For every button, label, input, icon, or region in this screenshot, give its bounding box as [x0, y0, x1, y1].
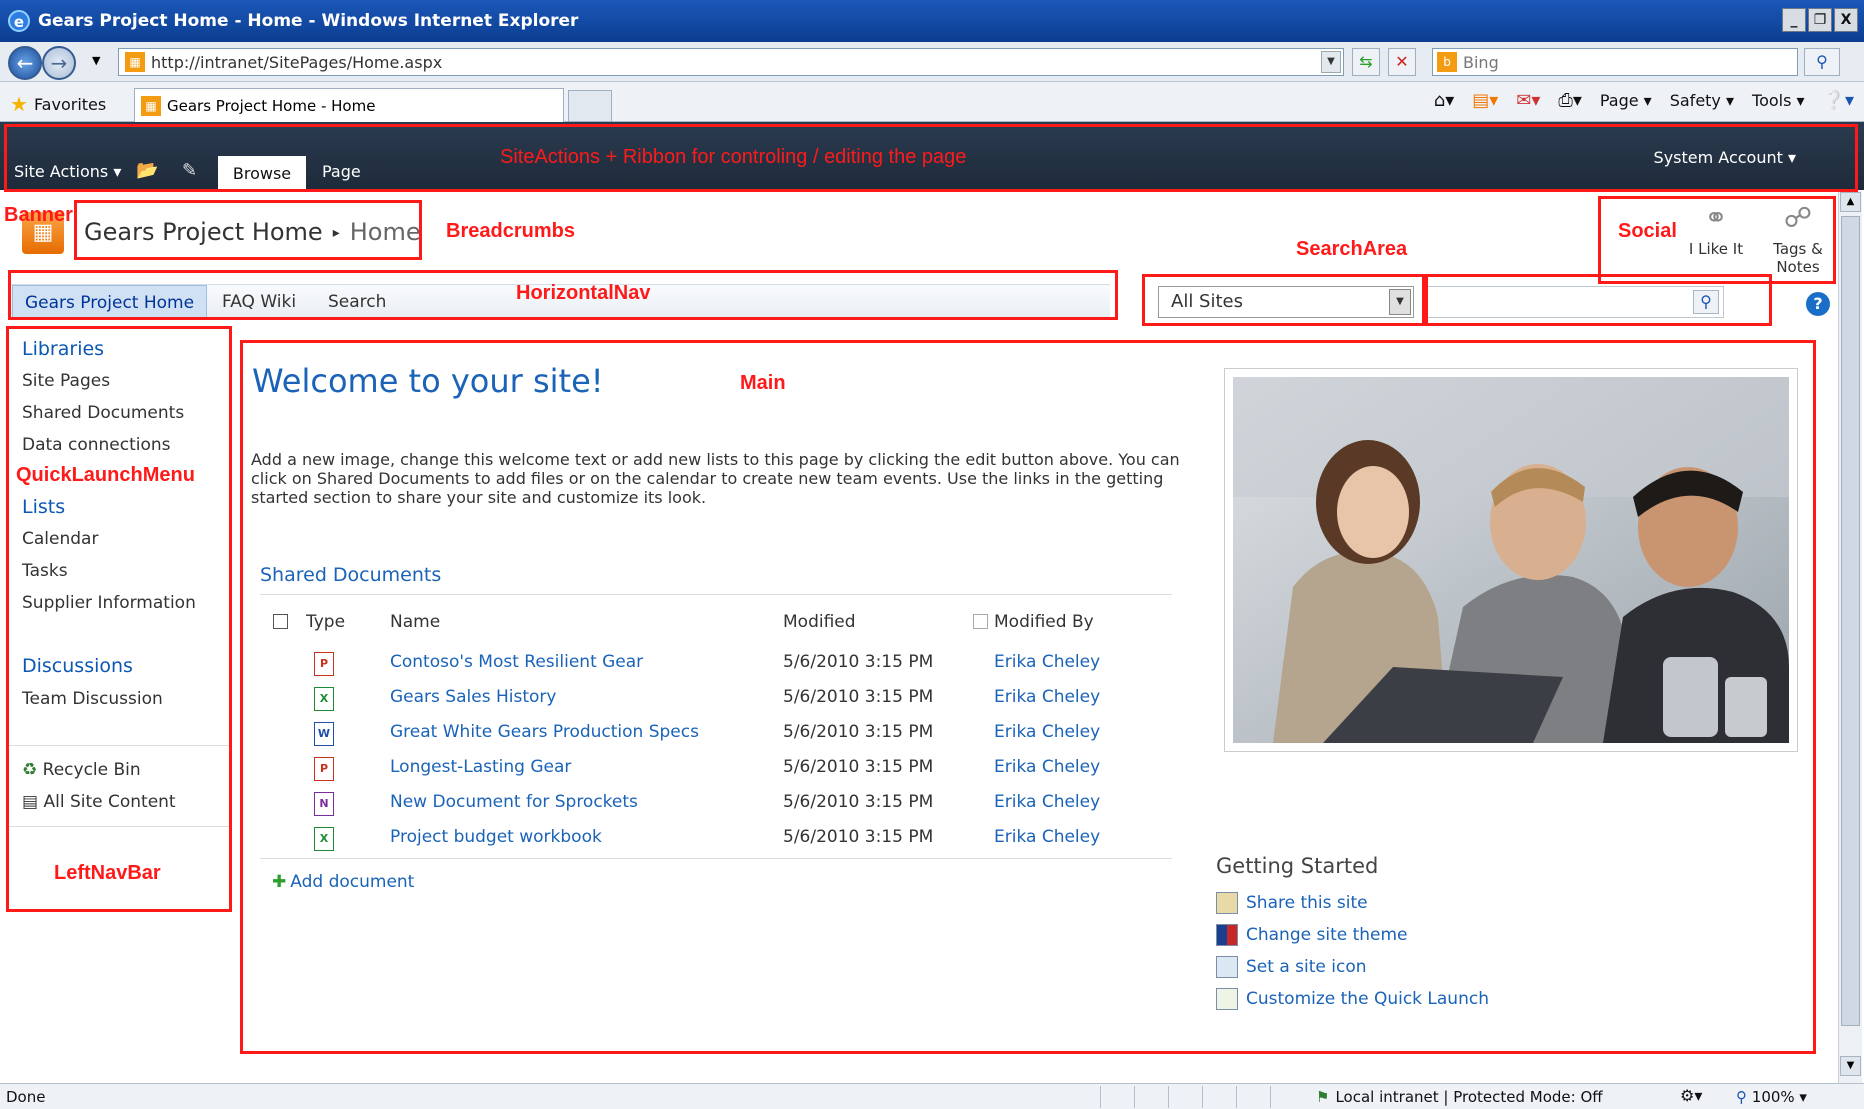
stop-button[interactable]: ✕: [1388, 48, 1416, 76]
tab-title: Gears Project Home - Home: [167, 96, 376, 115]
security-zone-label: Local intranet | Protected Mode: Off: [1335, 1088, 1603, 1106]
safety-menu[interactable]: Safety ▾: [1670, 91, 1734, 110]
vertical-scrollbar[interactable]: ▲ ▼: [1838, 190, 1862, 1083]
tab-favicon-icon: ▦: [141, 95, 161, 116]
annotation-banner-label: Banner: [4, 204, 73, 226]
tools-menu[interactable]: Tools ▾: [1752, 91, 1805, 110]
status-pane: [1236, 1086, 1265, 1108]
annotation-searcharea-box: [1142, 274, 1772, 326]
forward-button[interactable]: →: [42, 46, 76, 80]
search-placeholder: Bing: [1463, 52, 1499, 72]
address-toolbar: ← → ▼ ▦ http://intranet/SitePages/Home.a…: [0, 42, 1864, 82]
scroll-thumb[interactable]: [1841, 216, 1860, 1026]
annotation-leftnav-box: [6, 326, 232, 912]
feeds-icon[interactable]: ▤▾: [1472, 90, 1498, 111]
command-bar: ⌂▾ ▤▾ ✉▾ ⎙▾ Page ▾ Safety ▾ Tools ▾ ❔▾: [1434, 90, 1854, 111]
protected-mode-icon[interactable]: ⚙▾: [1680, 1086, 1702, 1105]
help-menu-icon[interactable]: ❔▾: [1823, 90, 1854, 111]
annotation-breadcrumbs-box: [74, 200, 422, 260]
status-pane: [1134, 1086, 1163, 1108]
print-icon[interactable]: ⎙▾: [1558, 90, 1581, 111]
intranet-zone-icon: ⚑: [1316, 1088, 1330, 1106]
favorites-bar: ★ Favorites ▦ Gears Project Home - Home …: [0, 82, 1864, 122]
window-title: Gears Project Home - Home - Windows Inte…: [38, 11, 579, 31]
status-pane: [1100, 1086, 1129, 1108]
new-tab-button[interactable]: [568, 90, 612, 122]
annotation-quicklaunch-label: QuickLaunchMenu: [16, 464, 195, 486]
scroll-up-icon[interactable]: ▲: [1840, 192, 1861, 212]
address-url: http://intranet/SitePages/Home.aspx: [151, 52, 443, 72]
zoom-level[interactable]: ⚲ 100% ▾: [1736, 1088, 1807, 1106]
search-go-button[interactable]: ⚲: [1804, 48, 1840, 76]
annotation-searcharea-label: SearchArea: [1296, 238, 1408, 260]
search-input[interactable]: b Bing: [1432, 48, 1798, 76]
security-zone[interactable]: ⚑ Local intranet | Protected Mode: Off: [1316, 1088, 1603, 1106]
mail-icon[interactable]: ✉▾: [1516, 90, 1540, 111]
annotation-social-label: Social: [1618, 220, 1677, 242]
annotation-main-box: [240, 340, 1816, 1054]
home-icon[interactable]: ⌂▾: [1434, 90, 1454, 111]
star-icon: ★: [10, 92, 28, 116]
browser-tab[interactable]: ▦ Gears Project Home - Home: [134, 88, 564, 122]
status-text: Done: [6, 1088, 46, 1106]
minimize-button[interactable]: _: [1782, 8, 1806, 32]
scroll-down-icon[interactable]: ▼: [1840, 1056, 1861, 1076]
annotation-horizontalnav-label: HorizontalNav: [516, 282, 651, 304]
page-menu[interactable]: Page ▾: [1600, 91, 1652, 110]
address-input[interactable]: ▦ http://intranet/SitePages/Home.aspx ▼: [118, 48, 1344, 76]
status-pane: [1270, 1086, 1299, 1108]
refresh-button[interactable]: ⇆: [1352, 48, 1380, 76]
zoom-icon: ⚲: [1736, 1088, 1747, 1106]
status-pane: [1168, 1086, 1197, 1108]
zoom-label: 100% ▾: [1751, 1088, 1807, 1106]
annotation-leftnavbar-label: LeftNavBar: [54, 862, 161, 884]
help-icon[interactable]: ?: [1806, 292, 1830, 316]
close-button[interactable]: X: [1834, 8, 1858, 32]
annotation-main-label: Main: [740, 372, 786, 394]
annotation-searcharea-divider: [1422, 274, 1428, 326]
favorites-label: Favorites: [33, 94, 107, 114]
address-dropdown-icon[interactable]: ▼: [1321, 51, 1341, 73]
status-pane: [1202, 1086, 1231, 1108]
bing-icon: b: [1437, 52, 1457, 72]
annotation-siteactions-label: SiteActions + Ribbon for controling / ed…: [500, 146, 967, 168]
window-controls: _ ❐ X: [1782, 8, 1858, 32]
window-titlebar: e Gears Project Home - Home - Windows In…: [0, 0, 1864, 42]
maximize-button[interactable]: ❐: [1808, 8, 1832, 32]
site-favicon-icon: ▦: [125, 52, 145, 72]
annotation-breadcrumbs-label: Breadcrumbs: [446, 220, 575, 242]
history-dropdown-icon[interactable]: ▼: [92, 54, 100, 67]
favorites-button[interactable]: ★ Favorites: [10, 92, 106, 116]
ie-logo-icon: e: [8, 10, 30, 32]
status-bar: Done ⚑ Local intranet | Protected Mode: …: [0, 1083, 1864, 1109]
back-button[interactable]: ←: [8, 46, 42, 80]
